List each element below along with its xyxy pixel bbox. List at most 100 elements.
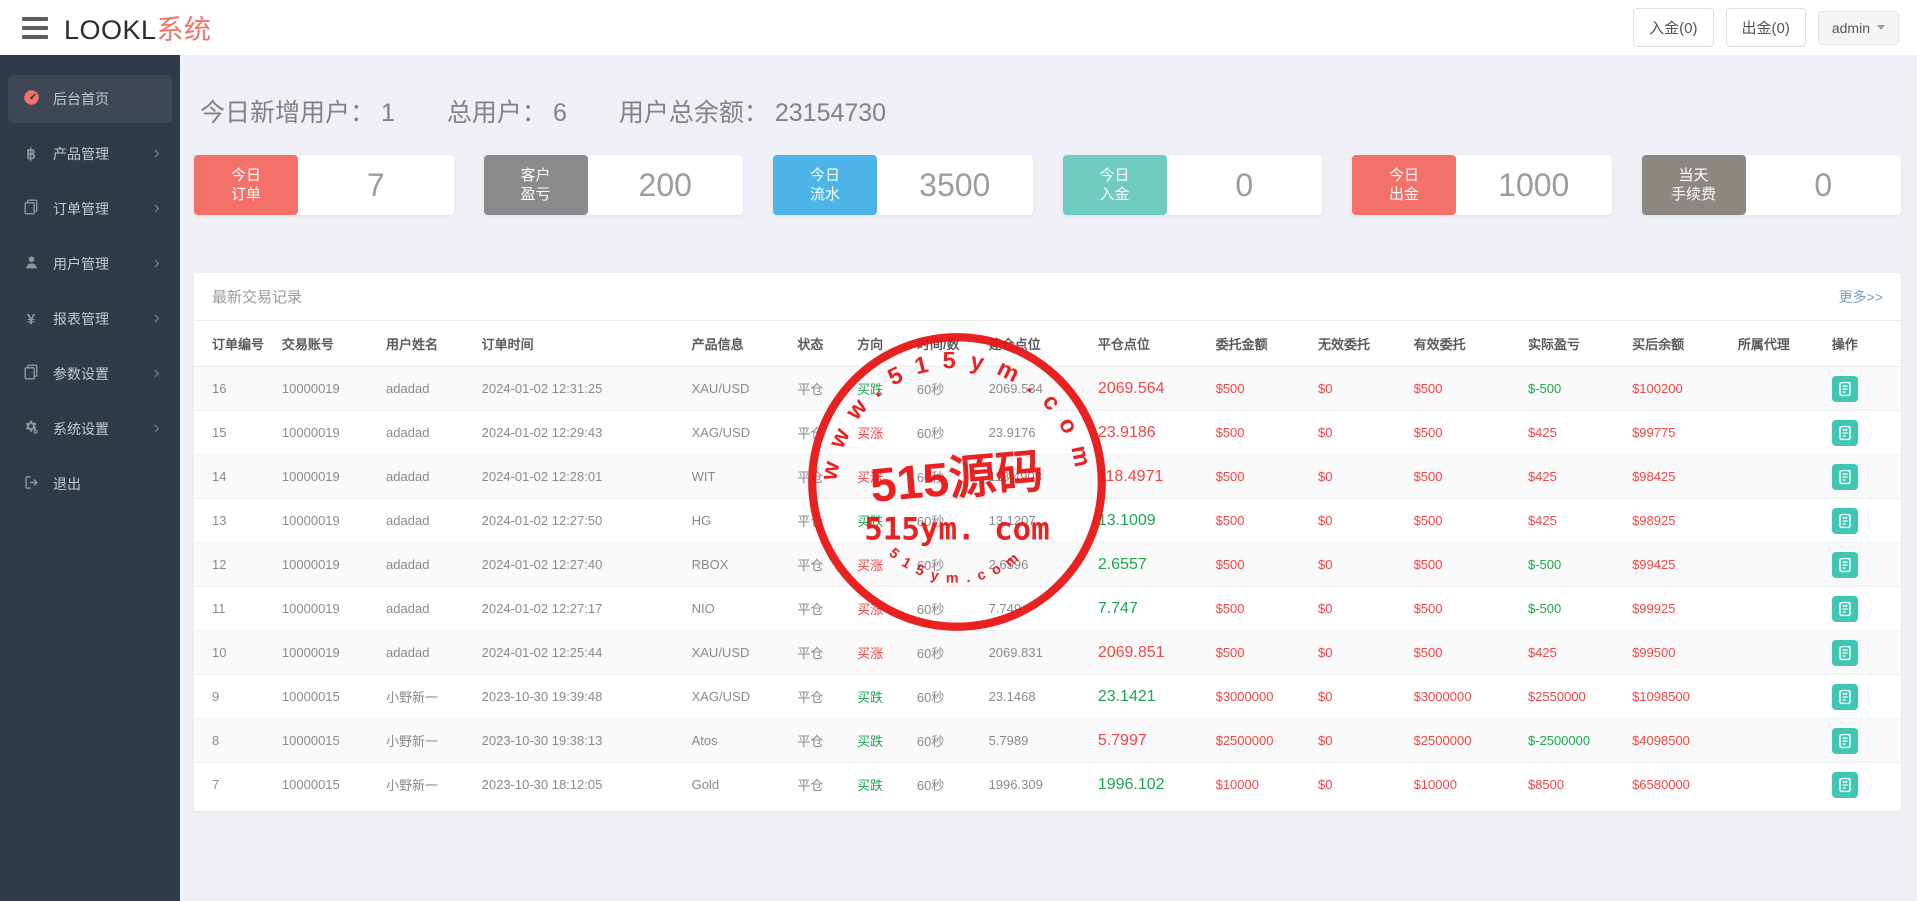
cell-entrust-amount: $500 <box>1210 411 1312 455</box>
sidebar-item[interactable]: 参数设置 <box>8 350 172 398</box>
cell-actions <box>1826 543 1901 587</box>
cell-profit: $425 <box>1522 455 1626 499</box>
row-detail-button[interactable] <box>1832 596 1858 622</box>
cell-agent <box>1732 499 1826 543</box>
cell-username: 小野新一 <box>380 719 476 763</box>
cell-order-time: 2024-01-02 12:29:43 <box>476 411 686 455</box>
table-row: 11 10000019 adadad 2024-01-02 12:27:17 N… <box>194 587 1901 631</box>
cell-open-point: 5.7989 <box>983 719 1092 763</box>
logo-text-black: LOOKL <box>64 15 157 45</box>
row-detail-button[interactable] <box>1832 420 1858 446</box>
row-detail-button[interactable] <box>1832 464 1858 490</box>
deposit-button[interactable]: 入金(0) <box>1633 8 1713 47</box>
cell-order-id: 14 <box>194 455 276 499</box>
cell-actions <box>1826 367 1901 411</box>
cell-duration: 60秒 <box>911 499 983 543</box>
cell-duration: 60秒 <box>911 367 983 411</box>
cell-account: 10000015 <box>276 719 380 763</box>
table-row: 16 10000019 adadad 2024-01-02 12:31:25 X… <box>194 367 1901 411</box>
sidebar-item[interactable]: ¥ 报表管理 <box>8 295 172 343</box>
row-detail-button[interactable] <box>1832 508 1858 534</box>
document-lines-icon <box>1838 425 1852 441</box>
latest-trades-panel: 最新交易记录 更多>> 订单编号 交易账号 用户姓名 订单时间 <box>194 273 1901 811</box>
cell-status: 平仓 <box>791 367 851 411</box>
cell-actions <box>1826 587 1901 631</box>
sidebar-item-label: 系统设置 <box>53 419 109 439</box>
sidebar-item-label: 产品管理 <box>53 144 109 164</box>
sidebar-item[interactable]: 用户管理 <box>8 240 172 288</box>
top-bar: LOOKL系统 入金(0) 出金(0) admin <box>0 0 1917 55</box>
sidebar-item[interactable]: 退出 <box>8 460 172 508</box>
cell-product: XAU/USD <box>686 367 792 411</box>
cell-close-point: 2069.564 <box>1092 367 1210 411</box>
stat-card-value: 7 <box>298 155 454 215</box>
cell-entrust-amount: $10000 <box>1210 763 1312 807</box>
cell-product: XAU/USD <box>686 631 792 675</box>
sidebar-item[interactable]: 系统设置 <box>8 405 172 453</box>
cell-status: 平仓 <box>791 411 851 455</box>
stat-card-label: 今日入金 <box>1063 155 1167 215</box>
row-detail-button[interactable] <box>1832 684 1858 710</box>
cell-order-time: 2024-01-02 12:31:25 <box>476 367 686 411</box>
cell-invalid-entrust: $0 <box>1312 675 1408 719</box>
sidebar-item[interactable]: 订单管理 <box>8 185 172 233</box>
table-row: 15 10000019 adadad 2024-01-02 12:29:43 X… <box>194 411 1901 455</box>
row-detail-button[interactable] <box>1832 376 1858 402</box>
chevron-right-icon <box>151 366 162 382</box>
table-body: 16 10000019 adadad 2024-01-02 12:31:25 X… <box>194 367 1901 807</box>
cell-order-time: 2023-10-30 19:38:13 <box>476 719 686 763</box>
cell-profit: $-500 <box>1522 367 1626 411</box>
row-detail-button[interactable] <box>1832 728 1858 754</box>
stat-card-label: 当天手续费 <box>1642 155 1746 215</box>
stat-card-value: 3500 <box>877 155 1033 215</box>
cell-order-id: 9 <box>194 675 276 719</box>
cell-direction: 买跌 <box>851 763 911 807</box>
cell-direction: 买跌 <box>851 719 911 763</box>
sidebar-item[interactable]: 后台首页 <box>8 75 172 123</box>
cell-account: 10000015 <box>276 675 380 719</box>
cell-valid-entrust: $500 <box>1408 411 1522 455</box>
stat-card-label: 今日出金 <box>1352 155 1456 215</box>
row-detail-button[interactable] <box>1832 640 1858 666</box>
document-lines-icon <box>1838 601 1852 617</box>
cell-duration: 60秒 <box>911 543 983 587</box>
cell-product: XAG/USD <box>686 411 792 455</box>
cell-status: 平仓 <box>791 455 851 499</box>
cell-balance: $6580000 <box>1626 763 1732 807</box>
more-link[interactable]: 更多>> <box>1839 287 1883 307</box>
row-detail-button[interactable] <box>1832 552 1858 578</box>
yen-icon: ¥ <box>20 311 42 328</box>
withdraw-button[interactable]: 出金(0) <box>1726 8 1806 47</box>
cell-direction: 买涨 <box>851 411 911 455</box>
cell-entrust-amount: $2500000 <box>1210 719 1312 763</box>
cell-profit: $425 <box>1522 499 1626 543</box>
cell-entrust-amount: $500 <box>1210 631 1312 675</box>
stat-card-value: 200 <box>588 155 744 215</box>
cell-entrust-amount: $500 <box>1210 587 1312 631</box>
col-header: 交易账号 <box>276 321 380 367</box>
cell-close-point: 13.1009 <box>1092 499 1210 543</box>
cell-profit: $-2500000 <box>1522 719 1626 763</box>
cell-open-point: 23.1468 <box>983 675 1092 719</box>
col-header: 方向 <box>851 321 911 367</box>
chevron-right-icon <box>151 201 162 217</box>
cell-agent <box>1732 367 1826 411</box>
cell-invalid-entrust: $0 <box>1312 499 1408 543</box>
cell-actions <box>1826 411 1901 455</box>
cell-account: 10000019 <box>276 543 380 587</box>
cell-open-point: 7.749 <box>983 587 1092 631</box>
cell-username: adadad <box>380 455 476 499</box>
cell-valid-entrust: $500 <box>1408 367 1522 411</box>
cell-order-time: 2024-01-02 12:25:44 <box>476 631 686 675</box>
cell-order-time: 2024-01-02 12:27:40 <box>476 543 686 587</box>
admin-dropdown[interactable]: admin <box>1818 11 1899 45</box>
cell-duration: 60秒 <box>911 719 983 763</box>
cell-open-point: 13.1207 <box>983 499 1092 543</box>
cell-direction: 买涨 <box>851 455 911 499</box>
cell-close-point: 5.7997 <box>1092 719 1210 763</box>
table-row: 9 10000015 小野新一 2023-10-30 19:39:48 XAG/… <box>194 675 1901 719</box>
sidebar-item[interactable]: ฿ 产品管理 <box>8 130 172 178</box>
row-detail-button[interactable] <box>1832 772 1858 798</box>
cell-close-point: 1996.102 <box>1092 763 1210 807</box>
hamburger-menu-icon[interactable] <box>22 17 48 39</box>
